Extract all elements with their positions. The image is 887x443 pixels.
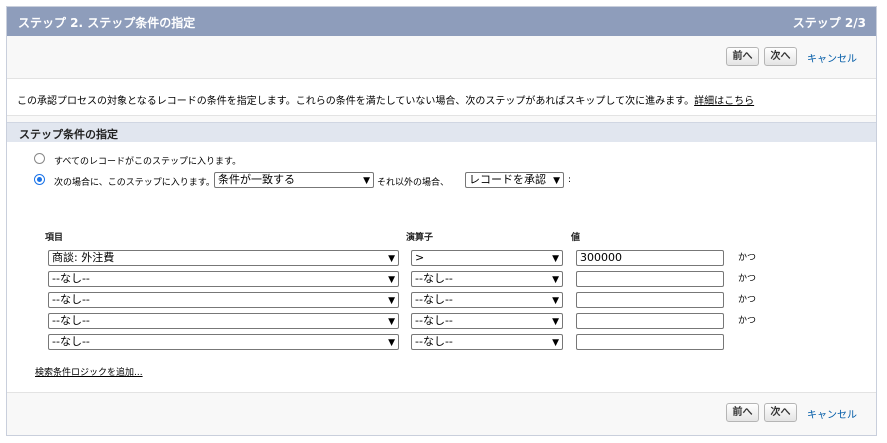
- field-select[interactable]: 商談: 外注費 ▼: [48, 250, 399, 266]
- otherwise-select-value: レコードを承認: [469, 173, 546, 186]
- cancel-link[interactable]: キャンセル: [807, 50, 857, 65]
- column-field: 項目: [45, 233, 64, 243]
- operator-select[interactable]: --なし-- ▼: [411, 292, 563, 308]
- field-select[interactable]: --なし-- ▼: [48, 334, 399, 350]
- cancel-link[interactable]: キャンセル: [807, 406, 857, 421]
- and-label: かつ: [738, 253, 757, 263]
- chevron-down-icon: ▼: [552, 275, 559, 285]
- column-value: 値: [571, 233, 581, 243]
- colon: :: [568, 175, 572, 185]
- and-label: かつ: [738, 316, 757, 326]
- chevron-down-icon: ▼: [388, 275, 395, 285]
- wizard-frame: ステップ 2. ステップ条件の指定 ステップ 2/3 前へ 次へ キャンセル こ…: [6, 6, 877, 436]
- field-select-value: --なし--: [52, 272, 90, 285]
- operator-select-value: --なし--: [415, 314, 453, 327]
- description-box: この承認プロセスの対象となるレコードの条件を指定します。これらの条件を満たしてい…: [7, 78, 876, 116]
- section-header: ステップ条件の指定: [7, 122, 876, 142]
- chevron-down-icon: ▼: [388, 338, 395, 348]
- next-button[interactable]: 次へ: [764, 403, 797, 422]
- operator-select-value: --なし--: [415, 272, 453, 285]
- add-filter-logic-link[interactable]: 検索条件ロジックを追加...: [35, 365, 143, 378]
- details-link[interactable]: 詳細はこちら: [694, 96, 754, 107]
- operator-select[interactable]: --なし-- ▼: [411, 313, 563, 329]
- field-select-value: 商談: 外注費: [52, 251, 115, 264]
- section-title: ステップ条件の指定: [19, 128, 118, 141]
- field-select[interactable]: --なし-- ▼: [48, 292, 399, 308]
- field-select-value: --なし--: [52, 314, 90, 327]
- chevron-down-icon: ▼: [552, 317, 559, 327]
- radio-all-records-label: すべてのレコードがこのステップに入ります。: [54, 157, 242, 167]
- value-input[interactable]: 300000: [576, 250, 724, 266]
- description: この承認プロセスの対象となるレコードの条件を指定します。これらの条件を満たしてい…: [17, 92, 754, 107]
- and-label: かつ: [738, 274, 757, 284]
- prev-button[interactable]: 前へ: [726, 403, 759, 422]
- divider: [7, 392, 876, 393]
- chevron-down-icon: ▼: [363, 176, 370, 186]
- field-select[interactable]: --なし-- ▼: [48, 271, 399, 287]
- chevron-down-icon: ▼: [553, 176, 560, 186]
- value-input[interactable]: [576, 271, 724, 287]
- chevron-down-icon: ▼: [552, 254, 559, 264]
- field-select-value: --なし--: [52, 335, 90, 348]
- step-indicator: ステップ 2/3: [792, 16, 866, 30]
- prev-button[interactable]: 前へ: [726, 47, 759, 66]
- criteria-body: すべてのレコードがこのステップに入ります。 次の場合に、このステップに入ります。…: [7, 142, 876, 392]
- criteria-select[interactable]: 条件が一致する ▼: [214, 172, 374, 188]
- title-bar: ステップ 2. ステップ条件の指定 ステップ 2/3: [7, 7, 876, 36]
- chevron-down-icon: ▼: [388, 296, 395, 306]
- operator-select-value: --なし--: [415, 335, 453, 348]
- chevron-down-icon: ▼: [388, 317, 395, 327]
- otherwise-select[interactable]: レコードを承認 ▼: [465, 172, 564, 188]
- operator-select-value: >: [415, 251, 425, 264]
- next-button[interactable]: 次へ: [764, 47, 797, 66]
- value-input[interactable]: [576, 313, 724, 329]
- otherwise-label: それ以外の場合、: [377, 178, 450, 188]
- operator-select[interactable]: --なし-- ▼: [411, 271, 563, 287]
- chevron-down-icon: ▼: [552, 296, 559, 306]
- chevron-down-icon: ▼: [388, 254, 395, 264]
- field-select-value: --なし--: [52, 293, 90, 306]
- operator-select[interactable]: > ▼: [411, 250, 563, 266]
- field-select[interactable]: --なし-- ▼: [48, 313, 399, 329]
- value-input[interactable]: [576, 334, 724, 350]
- top-button-row: 前へ 次へ キャンセル: [726, 47, 876, 71]
- page-title: ステップ 2. ステップ条件の指定: [18, 16, 196, 30]
- criteria-select-value: 条件が一致する: [218, 173, 295, 186]
- value-input[interactable]: [576, 292, 724, 308]
- radio-conditional[interactable]: [34, 174, 45, 185]
- operator-select[interactable]: --なし-- ▼: [411, 334, 563, 350]
- operator-select-value: --なし--: [415, 293, 453, 306]
- and-label: かつ: [738, 295, 757, 305]
- bottom-button-row: 前へ 次へ キャンセル: [726, 403, 876, 427]
- description-text: この承認プロセスの対象となるレコードの条件を指定します。これらの条件を満たしてい…: [17, 96, 695, 107]
- radio-conditional-label: 次の場合に、このステップに入ります。: [54, 178, 215, 188]
- radio-all-records[interactable]: [34, 153, 45, 164]
- column-operator: 演算子: [406, 233, 434, 243]
- chevron-down-icon: ▼: [552, 338, 559, 348]
